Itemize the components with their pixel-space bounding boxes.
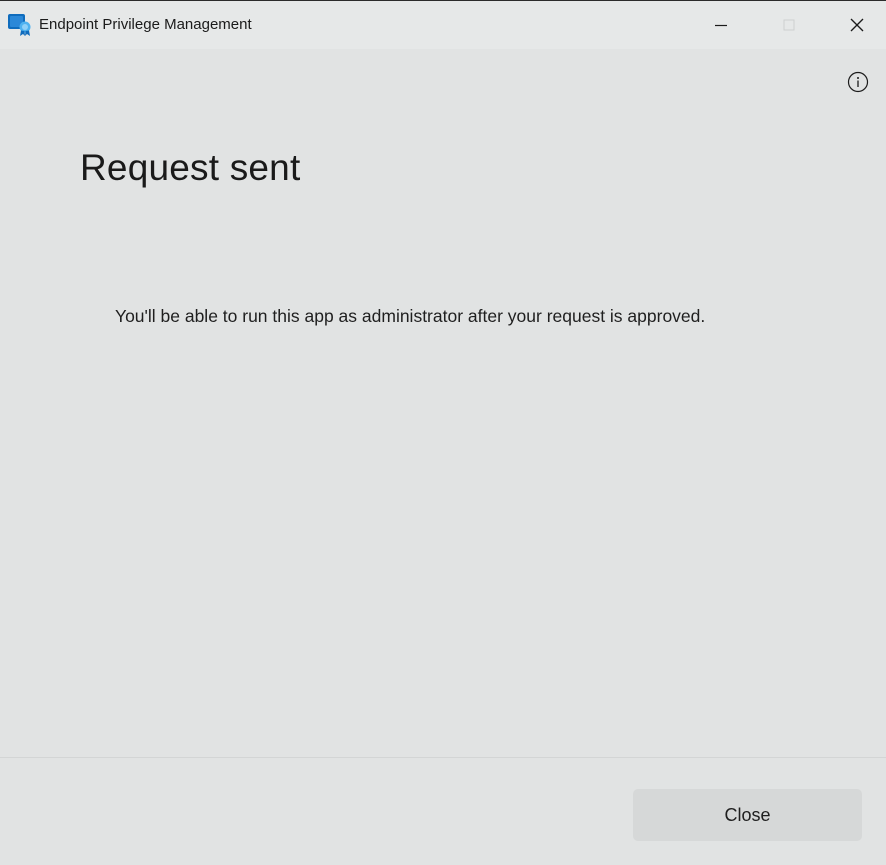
window-title: Endpoint Privilege Management [39, 16, 252, 33]
app-window: Endpoint Privilege Management Request se… [0, 0, 886, 865]
info-button[interactable] [847, 71, 869, 93]
maximize-icon [783, 19, 795, 31]
app-icon [8, 12, 32, 36]
title-bar[interactable]: Endpoint Privilege Management [0, 1, 886, 49]
close-icon [850, 18, 864, 32]
info-icon [847, 71, 869, 93]
minimize-button[interactable] [698, 1, 744, 49]
page-title: Request sent [80, 147, 301, 188]
close-button[interactable]: Close [633, 789, 862, 841]
window-close-button[interactable] [834, 1, 880, 49]
maximize-button [766, 1, 812, 49]
minimize-icon [715, 24, 727, 27]
footer-divider [0, 757, 886, 758]
request-status-message: You'll be able to run this app as admini… [115, 306, 706, 326]
